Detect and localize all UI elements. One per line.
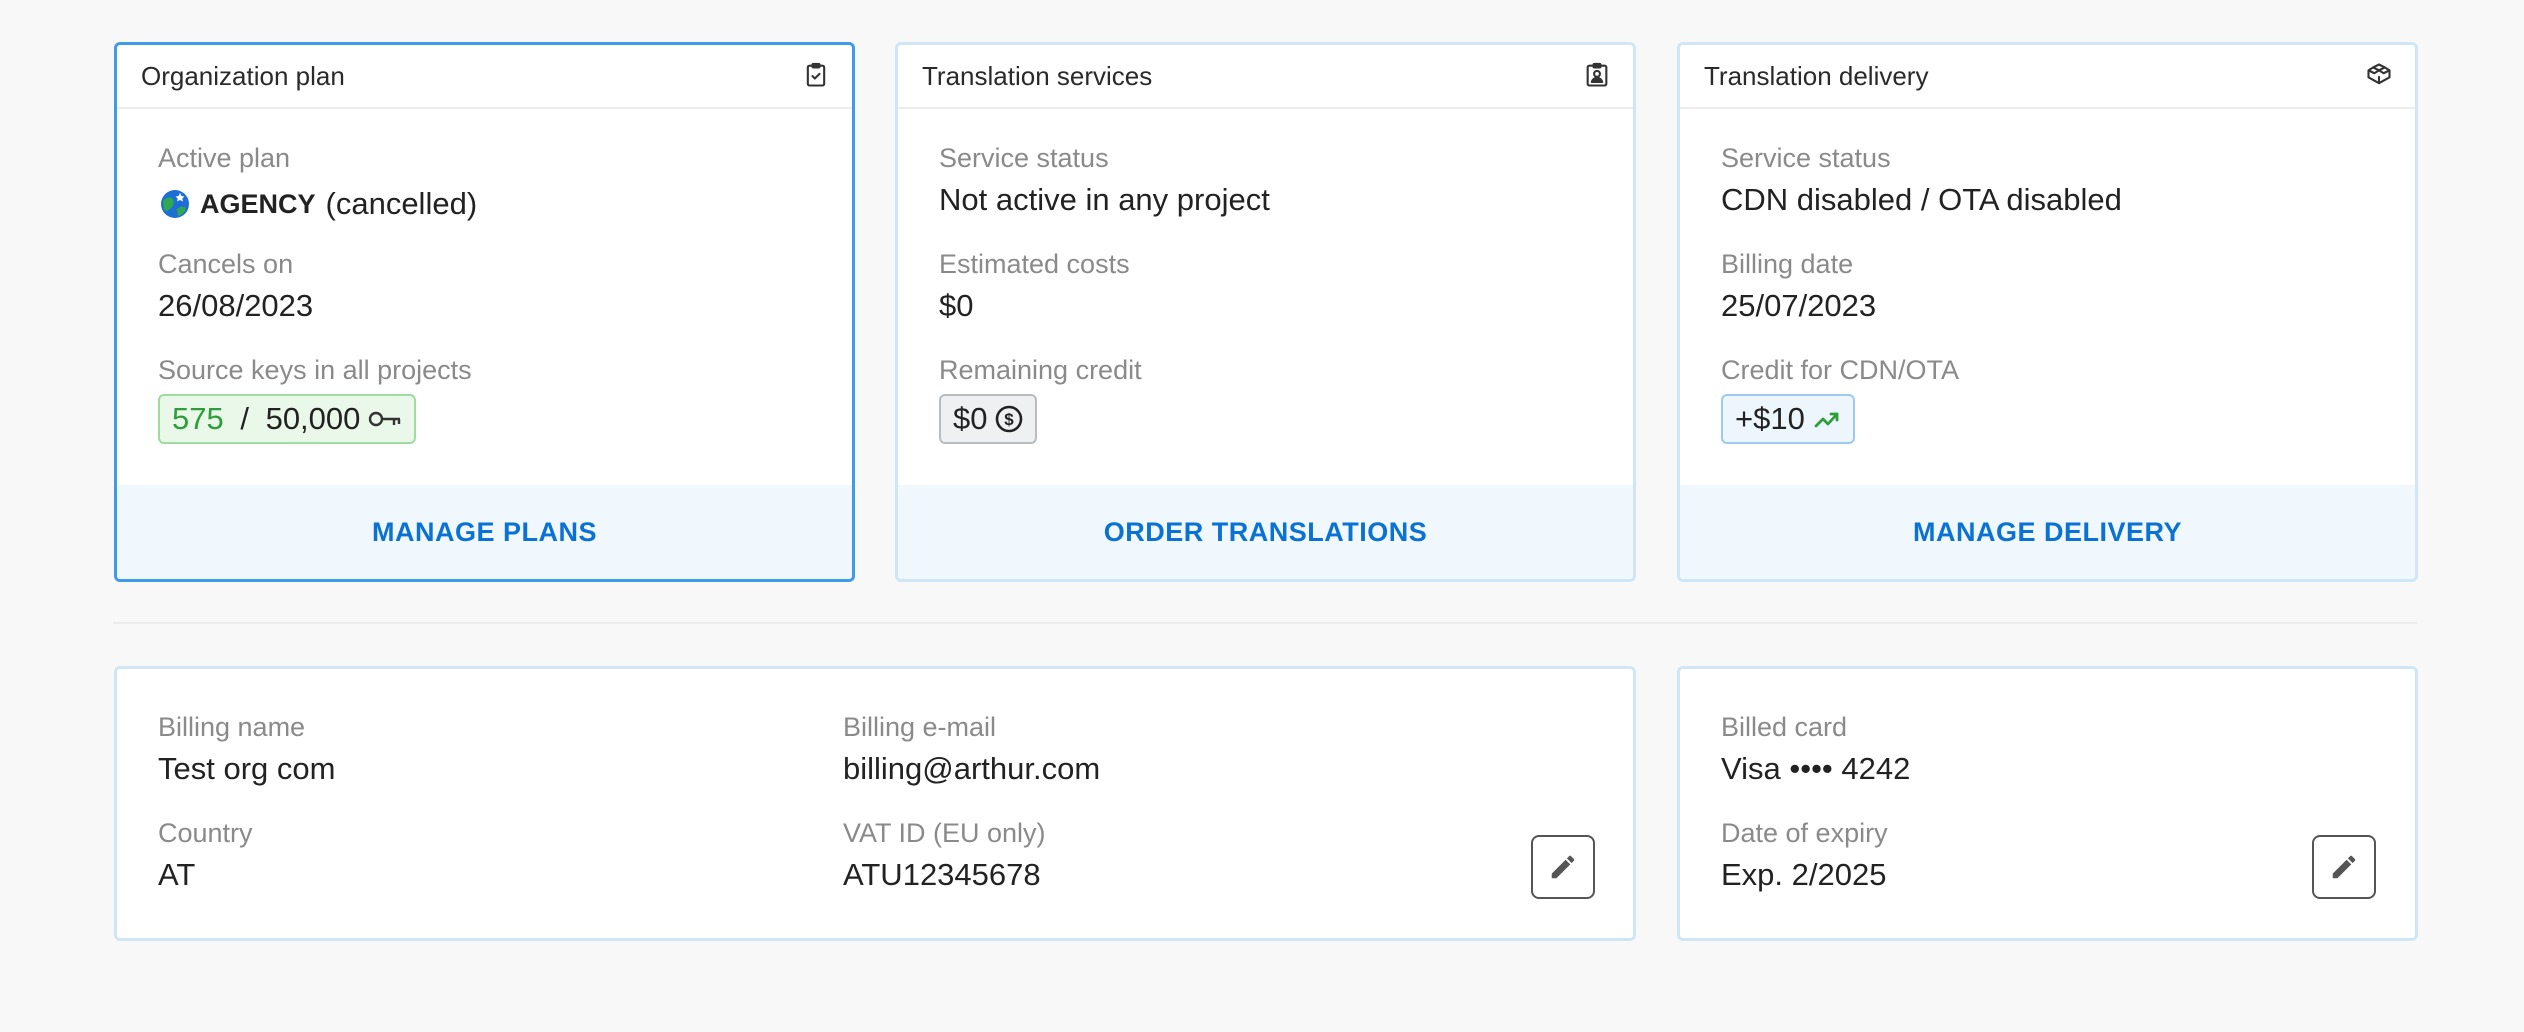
manage-delivery-link[interactable]: MANAGE DELIVERY	[1913, 517, 2182, 548]
cdn-credit-chip: +$10	[1721, 394, 1855, 444]
edit-card-button[interactable]	[2312, 835, 2376, 899]
plan-globe-icon	[161, 190, 189, 218]
translation-services-card[interactable]: Translation services Service status Not …	[895, 42, 1636, 582]
card-header: Organization plan	[117, 45, 852, 109]
billed-card-value: Visa •••• 4242	[1721, 751, 1911, 786]
source-keys-chip: 575 / 50,000	[158, 394, 417, 444]
card-title: Translation delivery	[1704, 61, 1929, 91]
card-title: Translation services	[922, 61, 1153, 91]
billing-info-card: Billing name Test org com Country AT Bil…	[114, 666, 1636, 941]
active-plan-label: Active plan	[158, 143, 291, 173]
billing-email-label: Billing e-mail	[843, 712, 997, 742]
clipboard-check-icon	[806, 62, 826, 87]
dollar-circle-icon: $	[996, 405, 1023, 433]
boxes-icon	[2367, 63, 2391, 85]
plan-status: (cancelled)	[325, 186, 478, 221]
order-translations-link[interactable]: ORDER TRANSLATIONS	[1104, 517, 1428, 548]
cancels-on-label: Cancels on	[158, 249, 294, 279]
estimated-costs-label: Estimated costs	[939, 249, 1130, 279]
expiry-value: Exp. 2/2025	[1721, 857, 1887, 892]
cdn-credit-value: +$10	[1735, 401, 1805, 436]
vat-id-value: ATU12345678	[843, 857, 1041, 892]
billing-date-label: Billing date	[1721, 249, 1854, 279]
card-footer: MANAGE DELIVERY	[1680, 485, 2415, 579]
card-title: Organization plan	[141, 61, 345, 91]
vat-id-label: VAT ID (EU only)	[843, 818, 1046, 848]
billing-email-value: billing@arthur.com	[843, 751, 1101, 786]
card-header: Translation delivery	[1680, 45, 2415, 109]
keys-limit: 50,000	[265, 401, 361, 436]
remaining-credit-label: Remaining credit	[939, 355, 1142, 385]
svg-text:$: $	[1005, 410, 1015, 429]
billed-card-label: Billed card	[1721, 712, 1848, 742]
service-status-value: Not active in any project	[939, 182, 1270, 217]
source-keys-label: Source keys in all projects	[158, 355, 472, 385]
edit-billing-button[interactable]	[1531, 835, 1595, 899]
card-header: Translation services	[898, 45, 1633, 109]
trending-up-icon	[1814, 412, 1839, 428]
billed-card-card: Billed card Visa •••• 4242 Date of expir…	[1677, 666, 2418, 941]
cdn-credit-label: Credit for CDN/OTA	[1721, 355, 1960, 385]
country-value: AT	[158, 857, 196, 892]
keys-used: 575	[172, 401, 224, 436]
service-status-label: Service status	[939, 143, 1109, 173]
badge-icon	[1586, 62, 1608, 87]
expiry-label: Date of expiry	[1721, 818, 1888, 848]
pencil-icon	[2332, 855, 2356, 879]
card-footer: ORDER TRANSLATIONS	[898, 485, 1633, 579]
translation-delivery-card[interactable]: Translation delivery Service status CDN …	[1677, 42, 2418, 582]
plan-name: AGENCY	[200, 188, 316, 219]
card-footer: MANAGE PLANS	[117, 485, 852, 579]
keys-separator: /	[231, 401, 258, 436]
cancels-on-value: 26/08/2023	[158, 288, 314, 323]
key-icon	[369, 411, 401, 427]
manage-plans-link[interactable]: MANAGE PLANS	[372, 517, 597, 548]
delivery-status-label: Service status	[1721, 143, 1891, 173]
pencil-icon	[1551, 855, 1575, 879]
organization-plan-card[interactable]: Organization plan Active plan AGENCY (ca…	[114, 42, 855, 582]
section-divider	[113, 622, 2417, 624]
billing-name-label: Billing name	[158, 712, 306, 742]
estimated-costs-value: $0	[939, 288, 974, 323]
plan-name-row: AGENCY (cancelled)	[160, 186, 477, 222]
remaining-credit-chip: $0 $	[939, 394, 1038, 444]
delivery-status-value: CDN disabled / OTA disabled	[1721, 182, 2122, 217]
remaining-credit-value: $0	[953, 401, 988, 436]
billing-date-value: 25/07/2023	[1721, 288, 1877, 323]
billing-name-value: Test org com	[158, 751, 336, 786]
country-label: Country	[158, 818, 253, 848]
